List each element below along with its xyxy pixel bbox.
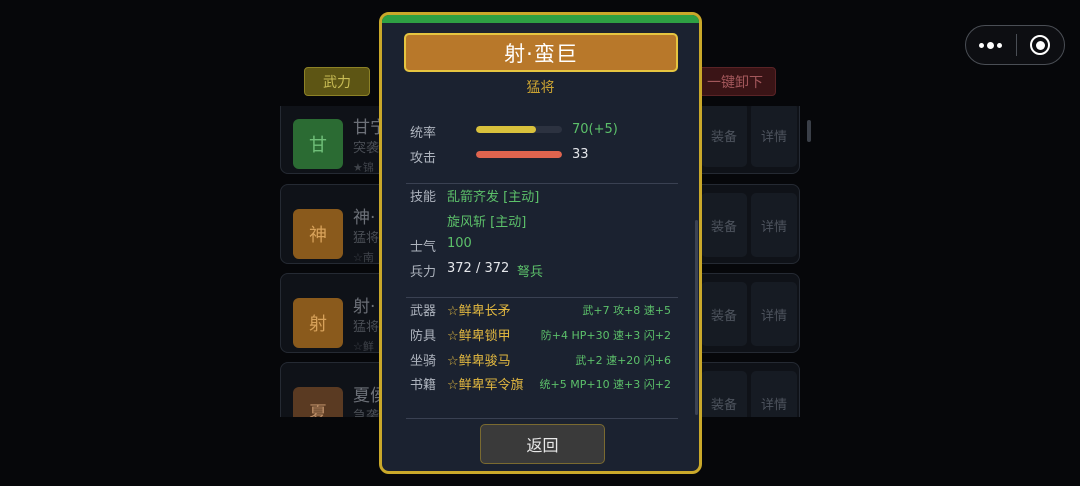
morale-label: 士气 [410, 240, 437, 255]
equip-name: ☆鲜卑军令旗 [447, 378, 524, 393]
equip-button[interactable]: 装备 [701, 282, 747, 346]
game-screen: 武力 一键卸下 甘 甘宁 突袭 ★锦 装备 详情 神 神· 猛将 ☆南 装备 详… [0, 0, 1080, 486]
equip-name: ☆鲜卑锁甲 [447, 329, 511, 344]
stat-value: 33 [572, 147, 589, 162]
list-scrollbar[interactable] [807, 120, 811, 142]
general-badge: 夏 [293, 387, 343, 417]
equip-button[interactable]: 装备 [701, 193, 747, 257]
equip-slot-label: 防具 [410, 329, 437, 344]
stat-bar [476, 126, 562, 133]
general-name: 神· [353, 208, 376, 228]
more-dots-icon[interactable] [966, 41, 1016, 49]
section-divider [406, 297, 678, 298]
general-badge: 神 [293, 209, 343, 259]
troop-type: 弩兵 [517, 265, 544, 280]
general-type: 猛将 [353, 320, 380, 335]
record-circle-icon[interactable] [1016, 35, 1064, 55]
stat-bar-fill [476, 126, 537, 133]
equip-button[interactable]: 装备 [701, 106, 747, 167]
detail-button[interactable]: 详情 [751, 106, 797, 167]
morale-value: 100 [447, 236, 472, 251]
equip-stats: 统+5 MP+10 速+3 闪+2 [539, 378, 671, 391]
skill-item[interactable]: 旋风斩 [主动] [447, 211, 526, 230]
stat-bar [476, 151, 562, 158]
general-rank: 猛将 [526, 80, 555, 96]
modal-top-bar [382, 15, 699, 23]
detail-button[interactable]: 详情 [751, 193, 797, 257]
tab-force[interactable]: 武力 [304, 67, 370, 96]
stat-label: 攻击 [410, 151, 437, 166]
equip-button[interactable]: 装备 [701, 371, 747, 417]
stat-label: 统率 [410, 126, 437, 141]
equip-name: ☆鲜卑骏马 [447, 354, 511, 369]
equip-slot-label: 书籍 [410, 378, 437, 393]
skills-row: 技能 乱箭齐发 [主动] [410, 186, 670, 205]
back-button[interactable]: 返回 [480, 424, 605, 464]
skills-row: 旋风斩 [主动] [410, 211, 670, 230]
equip-name: ☆鲜卑长矛 [447, 304, 511, 319]
detail-button[interactable]: 详情 [751, 371, 797, 417]
troops-row: 兵力 372 / 372 弩兵 [410, 261, 670, 280]
equip-stats: 武+7 攻+8 速+5 [582, 304, 671, 317]
general-equip-hint: ☆南 [353, 251, 374, 264]
general-type: 猛将 [353, 231, 380, 246]
modal-scrollbar[interactable] [695, 220, 698, 415]
detail-button[interactable]: 详情 [751, 282, 797, 346]
troops-value: 372 / 372 [447, 261, 510, 276]
general-detail-modal: 射·蛮巨 猛将 统率 70(+5) 攻击 33 技能 乱箭齐发 [主动] 旋风斩… [379, 12, 702, 474]
section-divider [406, 418, 678, 419]
general-type: 急袭 [353, 409, 380, 417]
general-name: 射· [353, 297, 376, 317]
stat-bar-fill [476, 151, 562, 158]
morale-row: 士气 100 [410, 236, 670, 255]
stat-row-command: 统率 70(+5) [410, 122, 670, 141]
troops-label: 兵力 [410, 265, 437, 280]
general-badge: 甘 [293, 119, 343, 169]
general-title: 射·蛮巨 [404, 33, 678, 72]
unload-all-button[interactable]: 一键卸下 [694, 67, 776, 96]
equip-slot-label: 坐骑 [410, 354, 437, 369]
stat-value: 70(+5) [572, 122, 618, 137]
general-equip-hint: ☆鲜 [353, 340, 374, 353]
stat-row-attack: 攻击 33 [410, 147, 670, 166]
skills-label: 技能 [410, 190, 437, 205]
general-badge: 射 [293, 298, 343, 348]
general-type: 突袭 [353, 141, 380, 156]
skill-item[interactable]: 乱箭齐发 [主动] [447, 186, 539, 205]
miniprogram-capsule [965, 25, 1065, 65]
equip-stats: 武+2 速+20 闪+6 [575, 354, 671, 367]
section-divider [406, 183, 678, 184]
equip-stats: 防+4 HP+30 速+3 闪+2 [540, 329, 671, 342]
equip-slot-label: 武器 [410, 304, 437, 319]
general-equip-hint: ★锦 [353, 161, 374, 174]
